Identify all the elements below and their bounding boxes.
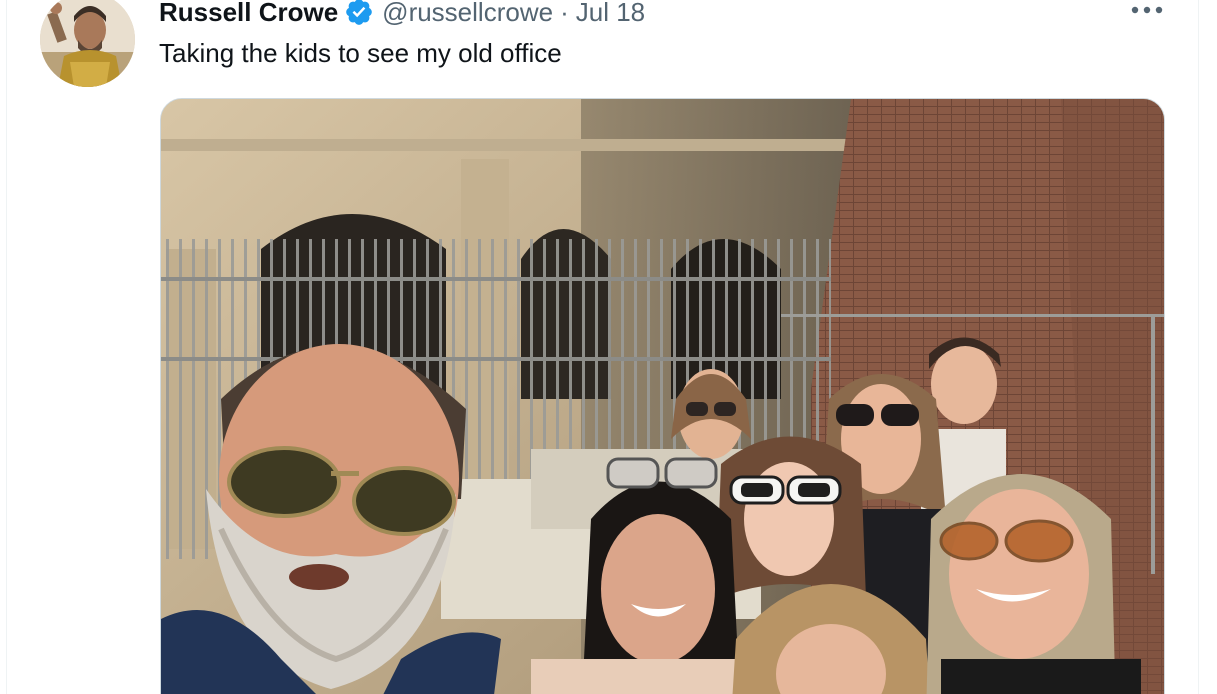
separator-dot: ·: [560, 0, 569, 27]
card-border-left: [6, 0, 7, 694]
tweet-text: Taking the kids to see my old office: [159, 38, 562, 68]
tweet-photo[interactable]: [160, 98, 1165, 694]
card-border-right: [1198, 0, 1199, 694]
tweet-header: Russell Crowe @russellcrowe · Jul 18: [159, 0, 645, 30]
verified-badge-icon: [344, 0, 374, 27]
author-handle[interactable]: @russellcrowe: [382, 0, 553, 28]
photo-illustration: [161, 99, 1164, 694]
tweet-card: Russell Crowe @russellcrowe · Jul 18 Tak…: [0, 0, 1217, 694]
author-avatar[interactable]: [40, 0, 135, 87]
author-display-name[interactable]: Russell Crowe: [159, 0, 338, 28]
more-horizontal-icon: [1131, 6, 1163, 14]
tweet-timestamp[interactable]: Jul 18: [576, 0, 645, 28]
avatar-image: [40, 0, 135, 87]
more-options-button[interactable]: [1126, 0, 1168, 24]
